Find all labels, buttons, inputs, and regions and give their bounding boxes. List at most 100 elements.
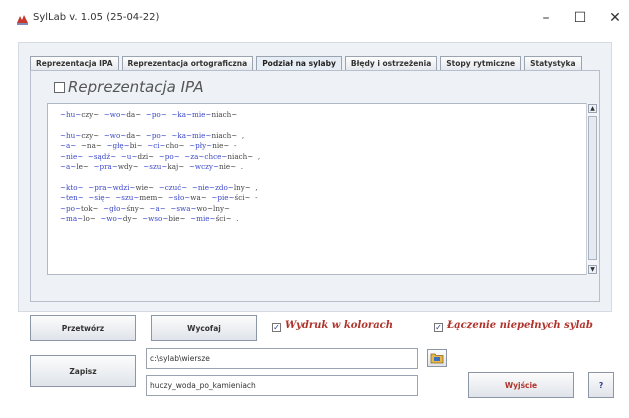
syllable: ~a~ — [60, 161, 77, 171]
syllable: ~szu~ — [138, 161, 168, 171]
close-button[interactable]: ✕ — [598, 6, 629, 30]
text-line: ~nie~ ~sądź~ ~u~dzi~ ~po~ ~za~chce~niach… — [60, 152, 580, 162]
syllable: . — [236, 161, 244, 171]
panel-title: Reprezentacja IPA — [68, 78, 204, 96]
text-line: ~ten~ ~się~ ~szu~mem~ ~sło~wa~ ~pie~ści~… — [60, 193, 580, 203]
path-field[interactable]: c:\sylab\wiersze — [146, 348, 418, 369]
undo-button[interactable]: Wycofaj — [151, 315, 257, 341]
syllable: ~mie~ — [185, 213, 216, 223]
syllable: mem~ — [139, 193, 164, 203]
save-button[interactable]: Zapisz — [30, 355, 136, 387]
syllable: dzi~ — [137, 151, 155, 161]
maximize-button[interactable]: ☐ — [563, 6, 597, 30]
tab-orthographic[interactable]: Reprezentacja ortograficzna — [121, 56, 254, 71]
arrow-up-icon[interactable]: ▲ — [588, 104, 597, 113]
syllable: ~głę~ — [101, 141, 130, 151]
syllable: , — [250, 182, 258, 192]
exit-button[interactable]: Wyjście — [468, 372, 574, 398]
syllable: ~hu~ — [60, 110, 82, 119]
folder-open-icon — [430, 353, 444, 364]
syllable: ~ka~ — [166, 110, 193, 119]
syllable: ~pie~ — [206, 193, 235, 203]
print-colors-checkbox[interactable]: ✓ — [272, 323, 281, 332]
syllable: ~hu~ — [60, 130, 82, 140]
syllable: ~kto~ — [60, 182, 84, 192]
minimize-button[interactable]: – — [529, 6, 563, 30]
text-line: ~hu~czy~ ~wo~da~ ~po~ ~ka~mie~niach~ , — [60, 131, 580, 141]
syllable: czy~ — [81, 110, 100, 119]
syllable: ~pra~ — [88, 161, 118, 171]
syllable: czy~ — [81, 130, 100, 140]
text-line: ~hu~czy~ ~wo~da~ ~po~ ~ka~mie~niach~ — [60, 110, 580, 120]
syllable: - — [250, 193, 258, 203]
join-syllables-label: Łączenie niepełnych sylab — [447, 320, 593, 331]
folder-open-button[interactable] — [427, 349, 447, 367]
syllable: da~ — [126, 110, 142, 119]
tab-statistics[interactable]: Statystyka — [524, 56, 582, 71]
syllable: ~ka~ — [166, 130, 193, 140]
syllable: lny~ — [213, 203, 231, 213]
vertical-scrollbar[interactable]: ▲ ▼ — [586, 103, 598, 275]
syllable: śny~ — [126, 203, 145, 213]
syllable: wdzi~ — [112, 182, 136, 192]
syllable: ~po~ — [154, 151, 180, 161]
help-button[interactable]: ? — [588, 372, 614, 398]
join-syllables-checkbox[interactable]: ✓ — [434, 323, 443, 332]
syllable: niach~ — [211, 110, 238, 119]
syllable: ~na~ — [76, 141, 102, 151]
syllable: ~po~ — [141, 110, 167, 119]
syllable: wo~ — [196, 203, 214, 213]
syllable: . — [231, 213, 239, 223]
syllable: ~szu~ — [110, 193, 140, 203]
syllable: , — [237, 130, 245, 140]
syllable: - — [229, 141, 237, 151]
syllable: ~po~ — [141, 130, 167, 140]
syllable-text-area[interactable]: ~hu~czy~ ~wo~da~ ~po~ ~ka~mie~niach~ ~hu~… — [47, 103, 598, 275]
syllable: nie~ — [212, 141, 230, 151]
syllable: ści~ — [215, 213, 232, 223]
syllable: ści~ — [234, 193, 251, 203]
syllable: wdy~ — [117, 161, 139, 171]
syllable: ~gło~ — [98, 203, 127, 213]
syllable: ~ma~ — [60, 213, 84, 223]
filename-field[interactable]: huczy_woda_po_kamieniach — [146, 375, 418, 396]
scroll-thumb[interactable] — [588, 116, 597, 260]
text-line: ~po~tok~ ~gło~śny~ ~a~ ~swa~wo~lny~ — [60, 204, 580, 214]
syllable: ~swa~ — [165, 203, 197, 213]
arrow-down-icon[interactable]: ▼ — [588, 265, 597, 274]
text-line — [60, 172, 580, 182]
syllable: wie~ — [135, 182, 155, 192]
tab-rhythm[interactable]: Stopy rytmiczne — [440, 56, 522, 71]
syllable: ~po~ — [60, 203, 81, 213]
window-title: SylLab v. 1.05 (25-04-22) — [33, 12, 160, 23]
tab-bar: Reprezentacja IPA Reprezentacja ortograf… — [30, 56, 585, 71]
syllable: ~wo~ — [99, 130, 127, 140]
syllable: dy~ — [122, 213, 138, 223]
syllable: wa~ — [190, 193, 207, 203]
title-bar: SylLab v. 1.05 (25-04-22) – ☐ ✕ — [0, 0, 629, 34]
syllable-text: ~hu~czy~ ~wo~da~ ~po~ ~ka~mie~niach~ ~hu~… — [60, 110, 580, 224]
syllable: ~pra~ — [83, 182, 113, 192]
syllable: lo~ — [83, 213, 96, 223]
syllable: ~ten~ — [60, 193, 84, 203]
syllable: niach~ — [227, 151, 254, 161]
syllable: ~wo~ — [99, 110, 127, 119]
syllable: ~u~ — [116, 151, 138, 161]
tab-syllables[interactable]: Podział na sylaby — [256, 56, 342, 71]
ipa-checkbox[interactable] — [54, 82, 65, 93]
syllable: ~nie~ — [60, 151, 84, 161]
tab-ipa[interactable]: Reprezentacja IPA — [30, 56, 119, 71]
process-button[interactable]: Przetwórz — [30, 315, 136, 341]
syllable: cho~ — [165, 141, 185, 151]
syllable: ~pły~ — [184, 141, 213, 151]
syllable: bi~ — [129, 141, 143, 151]
syllable: mie~ — [192, 130, 212, 140]
syllable: ~nie~ — [187, 182, 216, 192]
syllable: bie~ — [168, 213, 186, 223]
text-line: ~a~ ~na~ ~głę~bi~ ~ci~cho~ ~pły~nie~ - — [60, 141, 580, 151]
print-colors-label: Wydruk w kolorach — [285, 320, 394, 331]
syllable: ~a~ — [144, 203, 166, 213]
syllable: da~ — [126, 130, 142, 140]
syllable: ~wso~ — [137, 213, 169, 223]
tab-errors[interactable]: Błędy i ostrzeżenia — [344, 56, 438, 71]
